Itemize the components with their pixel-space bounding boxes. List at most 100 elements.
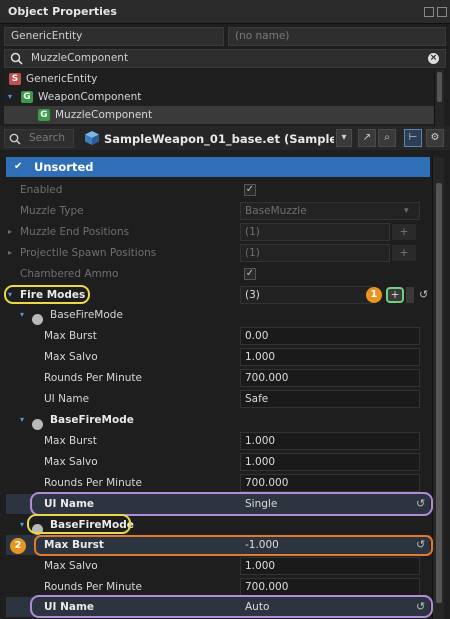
open-prefab-icon[interactable]: ↗ — [358, 129, 376, 147]
tree-item-label: MuzzleComponent — [55, 109, 153, 121]
reset-icon[interactable]: ↺ — [419, 285, 428, 305]
annotation-highlight-fire-modes — [4, 285, 90, 304]
add-item-button[interactable]: + — [392, 245, 416, 261]
fire-mode-header[interactable]: ▾ BaseFireMode — [6, 305, 430, 325]
expand-arrow-icon[interactable]: ▾ — [20, 410, 24, 430]
component-search-input[interactable]: MuzzleComponent — [4, 49, 446, 68]
prop-label: Max Burst — [44, 330, 97, 342]
enabled-checkbox[interactable]: ✓ — [244, 184, 256, 196]
prop-label: Projectile Spawn Positions — [20, 247, 157, 259]
component-search-value: MuzzleComponent — [31, 52, 129, 64]
prop-max-salvo: Max Salvo 1.000 — [6, 452, 430, 472]
close-window-icon[interactable] — [437, 7, 447, 17]
entity-icon: S — [9, 73, 21, 85]
prefab-cube-icon — [85, 131, 99, 145]
prefab-dropdown-icon[interactable]: ▾ — [336, 129, 352, 147]
add-item-button[interactable]: + — [392, 224, 416, 240]
prop-label: Max Salvo — [44, 456, 98, 468]
prop-label: Chambered Ammo — [20, 268, 119, 280]
annotation-badge-1: 1 — [366, 287, 382, 303]
expand-arrow-icon[interactable]: ▾ — [20, 515, 24, 535]
rpm-input[interactable]: 700.000 — [240, 578, 420, 596]
annotation-highlight-ui-name — [30, 492, 433, 516]
annotation-highlight-fire-mode — [27, 514, 131, 534]
window-title: Object Properties — [8, 5, 117, 18]
max-salvo-input[interactable]: 1.000 — [240, 453, 420, 471]
gear-icon[interactable]: ⚙ — [426, 129, 444, 147]
search-icon — [10, 52, 23, 65]
prefab-name: SampleWeapon_01_base.et (SampleMod — [104, 132, 334, 146]
tree-scroll-thumb[interactable] — [437, 72, 442, 102]
properties-scrollbar[interactable] — [432, 157, 444, 619]
fire-mode-header[interactable]: ▾ BaseFireMode — [6, 410, 430, 430]
component-tree: S GenericEntity ▾ G WeaponComponent G Mu… — [4, 70, 434, 126]
expand-arrow-icon[interactable]: ▸ — [8, 243, 12, 263]
prop-label: Max Salvo — [44, 560, 98, 572]
prop-rounds-per-minute: Rounds Per Minute 700.000 — [6, 577, 430, 597]
find-prefab-icon[interactable]: ⌕ — [378, 129, 396, 147]
ui-name-input[interactable]: Safe — [240, 390, 420, 408]
tree-scrollbar[interactable] — [434, 70, 444, 126]
expand-arrow-icon[interactable]: ▾ — [20, 305, 24, 325]
rpm-input[interactable]: 700.000 — [240, 369, 420, 387]
fire-modes-count: (3) — [240, 286, 372, 304]
max-salvo-input[interactable]: 1.000 — [240, 557, 420, 575]
prop-max-salvo: Max Salvo 1.000 — [6, 347, 430, 367]
component-icon: G — [38, 109, 50, 121]
tree-item-genericentity[interactable]: S GenericEntity — [4, 70, 434, 88]
max-burst-input[interactable]: 0.00 — [240, 327, 420, 345]
muzzle-end-count: (1) — [240, 223, 390, 241]
properties-scroll-thumb[interactable] — [436, 183, 442, 603]
prop-label: Rounds Per Minute — [44, 477, 142, 489]
tree-item-weaponcomponent[interactable]: ▾ G WeaponComponent — [4, 88, 434, 106]
fire-mode-label: BaseFireMode — [50, 414, 134, 426]
prop-ui-name: UI Name Safe — [6, 389, 430, 409]
entity-name-input[interactable]: (no name) — [228, 27, 446, 46]
object-icon — [32, 418, 43, 430]
prop-max-salvo: Max Salvo 1.000 — [6, 556, 430, 576]
section-title: Unsorted — [34, 160, 94, 174]
hierarchy-icon[interactable]: ⊢ — [404, 129, 422, 147]
prop-label: Rounds Per Minute — [44, 581, 142, 593]
fire-mode-label: BaseFireMode — [50, 309, 123, 321]
annotation-highlight-ui-name — [30, 595, 433, 618]
prop-max-burst: Max Burst 1.000 — [6, 431, 430, 451]
prop-chambered-ammo: Chambered Ammo ✓ — [6, 264, 430, 284]
muzzle-type-select[interactable]: BaseMuzzle — [240, 202, 420, 220]
component-icon: G — [21, 91, 33, 103]
max-salvo-input[interactable]: 1.000 — [240, 348, 420, 366]
rpm-input[interactable]: 700.000 — [240, 474, 420, 492]
tree-item-label: GenericEntity — [26, 73, 98, 85]
tree-item-muzzlecomponent[interactable]: G MuzzleComponent — [4, 106, 434, 124]
add-fire-mode-button[interactable]: + — [386, 287, 404, 303]
prop-label: Max Burst — [44, 435, 97, 447]
annotation-highlight-max-burst — [34, 535, 433, 556]
search-icon — [9, 133, 21, 145]
prop-muzzle-type: Muzzle Type BaseMuzzle ▾ — [6, 201, 430, 221]
max-burst-input[interactable]: 1.000 — [240, 432, 420, 450]
prop-projectile-spawn-positions: ▸ Projectile Spawn Positions (1) + — [6, 243, 430, 263]
prop-enabled: Enabled ✓ — [6, 180, 430, 200]
chevron-down-icon: ▾ — [404, 206, 409, 216]
prop-label: Rounds Per Minute — [44, 372, 142, 384]
fire-modes-menu-button[interactable] — [406, 287, 414, 303]
prop-label: Muzzle End Positions — [20, 226, 130, 238]
expand-arrow-icon[interactable]: ▾ — [8, 88, 12, 106]
prop-label: Muzzle Type — [20, 205, 84, 217]
section-unsorted[interactable]: ✔ Unsorted — [6, 157, 430, 177]
prop-label: Max Salvo — [44, 351, 98, 363]
prop-label: Enabled — [20, 184, 63, 196]
float-window-icon[interactable] — [424, 7, 434, 17]
tree-item-label: WeaponComponent — [38, 91, 142, 103]
title-bar: Object Properties — [0, 0, 450, 24]
clear-search-icon[interactable]: × — [428, 53, 439, 64]
collapse-arrow-icon[interactable]: ✔ — [14, 157, 22, 177]
expand-arrow-icon[interactable]: ▸ — [8, 222, 12, 242]
annotation-badge-2: 2 — [10, 538, 26, 554]
prop-rounds-per-minute: Rounds Per Minute 700.000 — [6, 368, 430, 388]
prop-max-burst: Max Burst 0.00 — [6, 326, 430, 346]
prop-rounds-per-minute: Rounds Per Minute 700.000 — [6, 473, 430, 493]
object-icon — [32, 313, 43, 325]
chambered-ammo-checkbox[interactable]: ✓ — [244, 268, 256, 280]
prop-label: UI Name — [44, 393, 90, 405]
